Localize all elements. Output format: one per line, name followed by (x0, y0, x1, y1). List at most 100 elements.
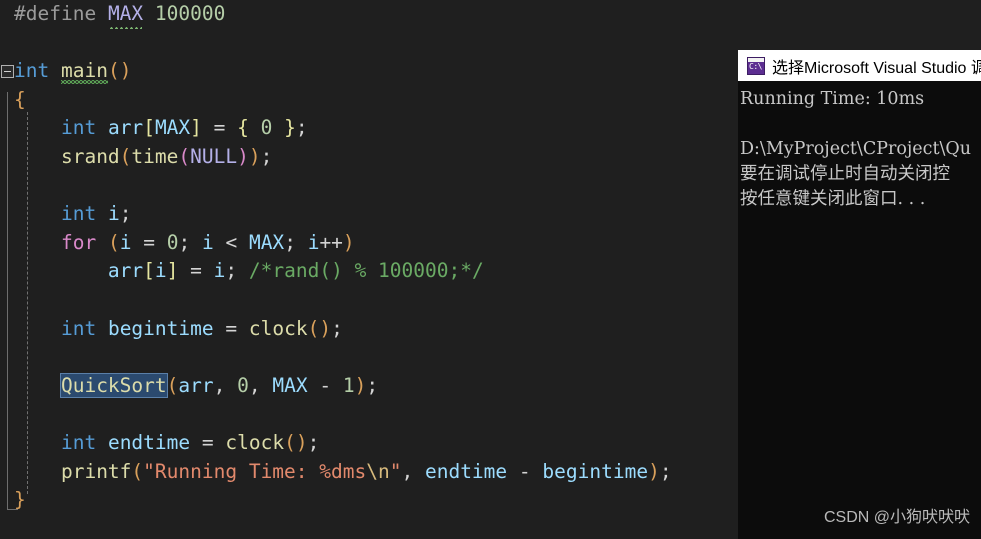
token-keyword-for: for (60, 230, 97, 254)
fold-collapse-icon[interactable] (1, 65, 14, 79)
console-line-autoclose-hint: 要在调试停止时自动关闭控 (740, 164, 950, 184)
token-operator-minus: - (319, 373, 332, 397)
token-number-zero: 0 (260, 116, 273, 140)
console-window[interactable]: C:\ 选择Microsoft Visual Studio 调 Running … (738, 50, 981, 539)
token-bracket-close: ] (166, 259, 179, 283)
token-operator-minus: - (518, 459, 531, 483)
token-paren-open: ( (166, 373, 179, 397)
code-line-blank[interactable] (0, 29, 740, 58)
token-macro-name: MAX (108, 0, 143, 29)
token-operator-assign: = (201, 430, 214, 454)
token-semicolon: ; (331, 316, 343, 340)
token-bracket-open: [ (143, 116, 155, 140)
code-line-printf[interactable]: printf("Running Time: %dms\n", endtime -… (0, 458, 740, 487)
token-function-printf: printf (60, 459, 132, 483)
token-var-endtime: endtime (424, 459, 508, 483)
token-paren-open: ( (178, 144, 191, 168)
token-paren-open: ( (284, 430, 296, 454)
token-var-i: i (107, 202, 120, 226)
token-comma: , (401, 459, 414, 483)
token-var-i: i (119, 230, 132, 254)
screenshot-root: #define MAX 100000 int main() { int arr[… (0, 0, 981, 539)
token-keyword-int: int (60, 430, 97, 454)
token-operator-assign: = (213, 116, 226, 140)
token-operator-increment: ++ (319, 230, 343, 254)
token-macro-max: MAX (248, 230, 285, 254)
token-function-time: time (131, 144, 179, 168)
token-macro-max: MAX (272, 373, 308, 397)
token-var-begintime: begintime (107, 316, 214, 340)
token-number-zero: 0 (166, 230, 179, 254)
token-var-i: i (201, 230, 214, 254)
token-operator-assign: = (143, 230, 155, 254)
token-operator-assign: = (190, 259, 202, 283)
token-string-escape: \n (366, 459, 390, 483)
code-line-begintime[interactable]: int begintime = clock(); (0, 315, 740, 344)
token-var-arr: arr (178, 373, 214, 397)
token-comma: , (213, 373, 226, 397)
code-lines-container[interactable]: #define MAX 100000 int main() { int arr[… (0, 0, 740, 539)
token-semicolon: ; (284, 230, 296, 254)
console-titlebar[interactable]: C:\ 选择Microsoft Visual Studio 调 (738, 50, 981, 81)
token-keyword-int: int (60, 202, 97, 226)
cmd-icon-label: C:\ (749, 61, 762, 71)
token-var-i: i (307, 230, 320, 254)
token-var-arr: arr (107, 259, 144, 283)
code-line-blank[interactable] (0, 286, 740, 315)
token-string-body: "Running Time: %dms (143, 459, 367, 483)
token-keyword-int: int (14, 59, 50, 83)
code-line-main-signature[interactable]: int main() (0, 57, 740, 86)
console-line-press-any-key: 按任意键关闭此窗口. . . (740, 189, 926, 209)
code-line-for-loop[interactable]: for (i = 0; i < MAX; i++) (0, 229, 740, 258)
token-semicolon: ; (307, 430, 320, 454)
token-brace-open: { (237, 116, 249, 140)
token-semicolon: ; (225, 259, 238, 283)
token-paren-open: ( (119, 144, 132, 168)
token-paren-open: ( (307, 316, 320, 340)
code-line-brace-open[interactable]: { (0, 86, 740, 115)
token-preprocessor: #define (14, 2, 97, 25)
code-line-blank[interactable] (0, 343, 740, 372)
token-paren-close: ) (119, 59, 132, 83)
code-line-blank[interactable] (0, 172, 740, 201)
token-comma: , (248, 373, 261, 397)
token-keyword-int: int (60, 316, 97, 340)
code-line-decl-i[interactable]: int i; (0, 200, 740, 229)
code-line-define[interactable]: #define MAX 100000 (0, 0, 740, 29)
token-paren-close: ) (295, 430, 308, 454)
token-paren-close: ) (248, 144, 261, 168)
csdn-watermark: CSDN @小狗吠吠吠 (823, 509, 970, 526)
token-brace-close: } (14, 488, 26, 512)
token-operator-assign: = (225, 316, 238, 340)
token-paren-close: ) (648, 459, 660, 483)
code-line-blank[interactable] (0, 400, 740, 429)
code-line-array-assign[interactable]: arr[i] = i; /*rand() % 100000;*/ (0, 257, 740, 286)
token-bracket-open: [ (143, 259, 155, 283)
token-keyword-int: int (60, 116, 97, 140)
code-line-brace-close[interactable]: } (0, 486, 740, 515)
token-macro-max: MAX (154, 116, 191, 140)
token-function-clock: clock (225, 430, 285, 454)
token-semicolon: ; (260, 144, 273, 168)
token-semicolon: ; (659, 459, 672, 483)
token-paren-close: ) (319, 316, 332, 340)
token-string-tail: " (389, 459, 402, 483)
token-var-i: i (213, 259, 226, 283)
token-var-begintime: begintime (542, 459, 649, 483)
code-line-endtime[interactable]: int endtime = clock(); (0, 429, 740, 458)
selected-symbol-quicksort[interactable]: QuickSort (59, 372, 168, 398)
token-paren-close: ) (342, 230, 355, 254)
token-var-endtime: endtime (107, 430, 191, 454)
code-line-srand[interactable]: srand(time(NULL)); (0, 143, 740, 172)
code-line-array-decl[interactable]: int arr[MAX] = { 0 }; (0, 114, 740, 143)
console-window-title: 选择Microsoft Visual Studio 调 (772, 59, 981, 77)
token-semicolon: ; (366, 373, 379, 397)
token-function-srand: srand (60, 144, 120, 168)
console-line-path: D:\MyProject\CProject\Qu (740, 139, 972, 159)
token-semicolon: ; (178, 230, 191, 254)
token-operator-less: < (225, 230, 238, 254)
console-output[interactable]: Running Time: 10ms D:\MyProject\CProject… (738, 81, 981, 539)
token-semicolon: ; (295, 116, 308, 140)
code-line-quicksort-call[interactable]: QuickSort(arr, 0, MAX - 1); (0, 372, 740, 401)
